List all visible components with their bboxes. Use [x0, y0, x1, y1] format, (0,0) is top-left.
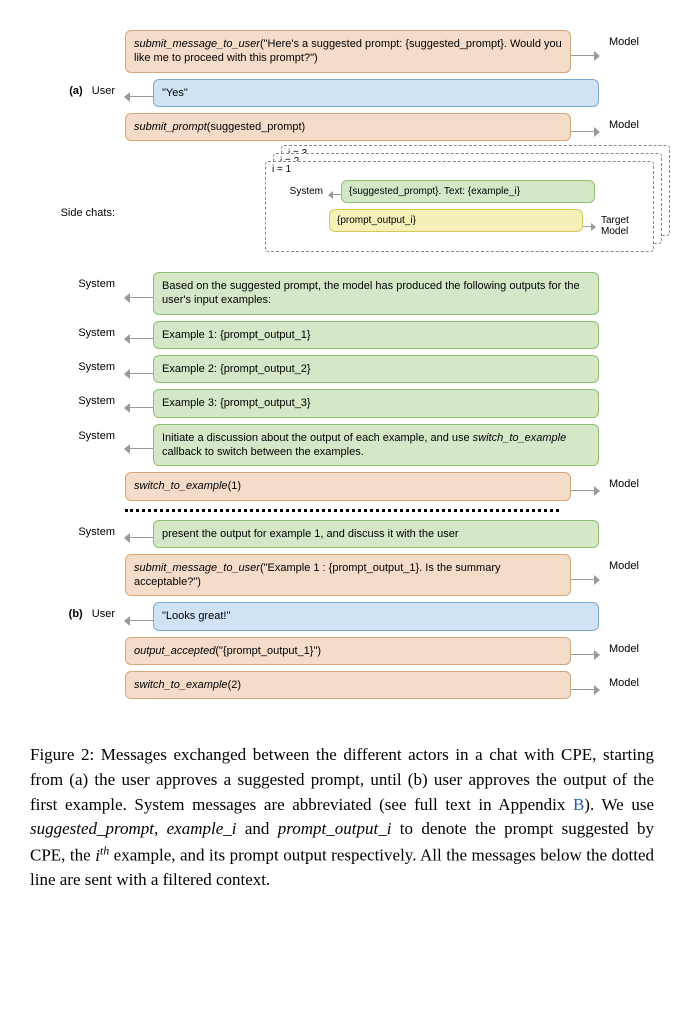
msg-row-3: submit_prompt(suggested_prompt) Model [30, 113, 654, 141]
user-bubble: "Looks great!" [153, 602, 599, 630]
connector-icon [125, 537, 153, 538]
msg-row-5: System Example 1: {prompt_output_1} [30, 321, 654, 349]
actor-model: Model [599, 554, 654, 572]
connector-icon [125, 448, 153, 449]
actor-model: Model [599, 472, 654, 490]
connector-icon [125, 407, 153, 408]
connector-icon [125, 297, 153, 298]
dotted-separator [125, 509, 559, 512]
msg-row-10: System present the output for example 1,… [30, 520, 654, 548]
msg-row-1: submit_message_to_user("Here's a suggest… [30, 30, 654, 73]
sidechat-block: Side chats: i = 3 i = 2 i = 1 System {su… [125, 151, 654, 262]
connector-icon [125, 338, 153, 339]
actor-model: Model [599, 113, 654, 131]
actor-user-a: (a) User [30, 79, 125, 97]
system-bubble: Example 1: {prompt_output_1} [153, 321, 599, 349]
actor-system: System [30, 321, 125, 339]
actor-model: Model [599, 637, 654, 655]
msg-row-11: submit_message_to_user("Example 1 : {pro… [30, 554, 654, 597]
system-bubble: Initiate a discussion about the output o… [153, 424, 599, 467]
sidechat-stack-1: i = 1 System {suggested_prompt}. Text: {… [265, 161, 654, 252]
system-bubble: Based on the suggested prompt, the model… [153, 272, 599, 315]
actor-system: System [30, 520, 125, 538]
msg-row-9: switch_to_example(1) Model [30, 472, 654, 500]
mini-actor-system: System [274, 180, 329, 197]
connector-icon [571, 490, 599, 491]
user-bubble: "Yes" [153, 79, 599, 107]
msg-row-8: System Initiate a discussion about the o… [30, 424, 654, 467]
connector-icon [329, 194, 341, 195]
actor-system: System [30, 355, 125, 373]
system-bubble: Example 2: {prompt_output_2} [153, 355, 599, 383]
system-bubble: present the output for example 1, and di… [153, 520, 599, 548]
msg-row-4: System Based on the suggested prompt, th… [30, 272, 654, 315]
actor-system: System [30, 272, 125, 290]
connector-icon [571, 131, 599, 132]
msg-row-13: output_accepted("{prompt_output_1}") Mod… [30, 637, 654, 665]
actor-model: Model [599, 671, 654, 689]
msg-row-6: System Example 2: {prompt_output_2} [30, 355, 654, 383]
msg-row-7: System Example 3: {prompt_output_3} [30, 389, 654, 417]
model-bubble: submit_prompt(suggested_prompt) [125, 113, 571, 141]
mini-system-bubble: {suggested_prompt}. Text: {example_i} [341, 180, 595, 203]
actor-model: Model [599, 30, 654, 48]
model-bubble: switch_to_example(1) [125, 472, 571, 500]
connector-icon [125, 373, 153, 374]
connector-icon [125, 96, 153, 97]
figure-caption: Figure 2: Messages exchanged between the… [30, 743, 654, 893]
actor-system: System [30, 389, 125, 407]
msg-row-12: (b) User "Looks great!" [30, 602, 654, 630]
sidechat-label: Side chats: [61, 207, 115, 219]
iteration-index: i = 1 [272, 164, 291, 175]
actor-system: System [30, 424, 125, 442]
actor-user-b: (b) User [30, 602, 125, 620]
mini-target-bubble: {prompt_output_i} [329, 209, 583, 232]
mini-actor-target: Target Model [595, 209, 645, 237]
connector-icon [571, 579, 599, 580]
model-bubble: output_accepted("{prompt_output_1}") [125, 637, 571, 665]
msg-row-14: switch_to_example(2) Model [30, 671, 654, 699]
model-bubble: submit_message_to_user("Example 1 : {pro… [125, 554, 571, 597]
connector-icon [583, 226, 595, 227]
connector-icon [571, 654, 599, 655]
msg-row-2: (a) User "Yes" [30, 79, 654, 107]
connector-icon [571, 689, 599, 690]
model-bubble: submit_message_to_user("Here's a suggest… [125, 30, 571, 73]
model-bubble: switch_to_example(2) [125, 671, 571, 699]
connector-icon [125, 620, 153, 621]
connector-icon [571, 55, 599, 56]
actor-empty [30, 30, 125, 36]
system-bubble: Example 3: {prompt_output_3} [153, 389, 599, 417]
figure-diagram: submit_message_to_user("Here's a suggest… [30, 20, 654, 725]
